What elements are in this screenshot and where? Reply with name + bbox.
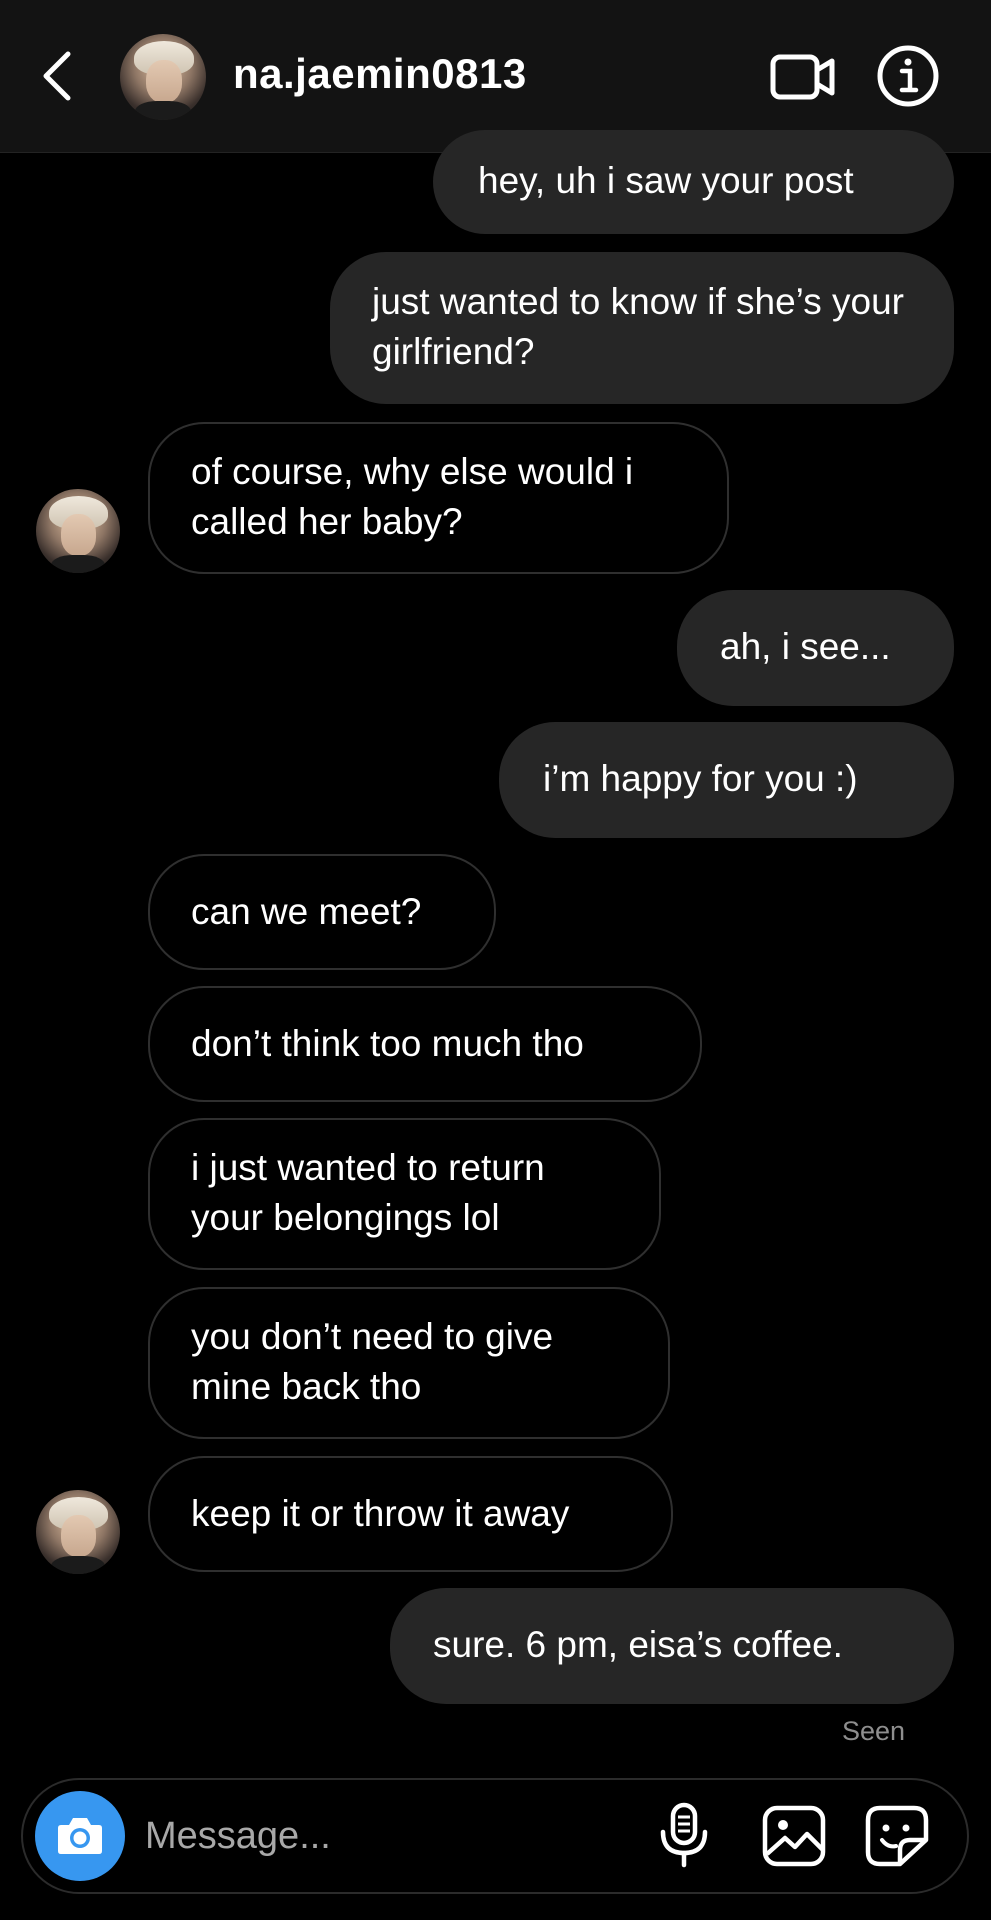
message-outgoing[interactable]: hey, uh i saw your post [433, 130, 954, 234]
voice-message-button[interactable] [654, 1802, 714, 1868]
contact-avatar[interactable] [120, 34, 206, 120]
back-button[interactable] [36, 50, 80, 102]
video-call-button[interactable] [770, 53, 836, 101]
sender-avatar[interactable] [36, 1490, 120, 1574]
microphone-icon [660, 1802, 708, 1868]
sticker-icon [865, 1805, 929, 1867]
message-incoming[interactable]: you don’t need to give mine back tho [148, 1287, 670, 1439]
info-button[interactable] [876, 44, 940, 108]
message-outgoing[interactable]: i’m happy for you :) [499, 722, 954, 838]
message-outgoing[interactable]: just wanted to know if she’s your girlfr… [330, 252, 954, 404]
sticker-button[interactable] [864, 1804, 930, 1868]
message-incoming[interactable]: keep it or throw it away [148, 1456, 673, 1572]
message-thread[interactable]: hey, uh i saw your post just wanted to k… [0, 130, 991, 1770]
message-input[interactable] [145, 1808, 645, 1864]
seen-status: Seen [842, 1716, 906, 1746]
contact-username[interactable]: na.jaemin0813 [233, 50, 527, 98]
message-incoming[interactable]: of course, why else would i called her b… [148, 422, 729, 574]
image-gallery-icon [762, 1805, 826, 1867]
video-camera-icon [770, 54, 835, 100]
gallery-button[interactable] [761, 1804, 827, 1868]
message-incoming[interactable]: don’t think too much tho [148, 986, 702, 1102]
camera-button[interactable] [35, 1791, 125, 1881]
chevron-left-icon [43, 51, 71, 101]
message-incoming[interactable]: can we meet? [148, 854, 496, 970]
message-incoming[interactable]: i just wanted to return your belongings … [148, 1118, 661, 1270]
message-composer [21, 1778, 969, 1894]
camera-icon [58, 1818, 102, 1854]
sender-avatar[interactable] [36, 489, 120, 573]
message-outgoing[interactable]: ah, i see... [677, 590, 954, 706]
info-icon [877, 45, 939, 107]
message-outgoing[interactable]: sure. 6 pm, eisa’s coffee. [390, 1588, 954, 1704]
